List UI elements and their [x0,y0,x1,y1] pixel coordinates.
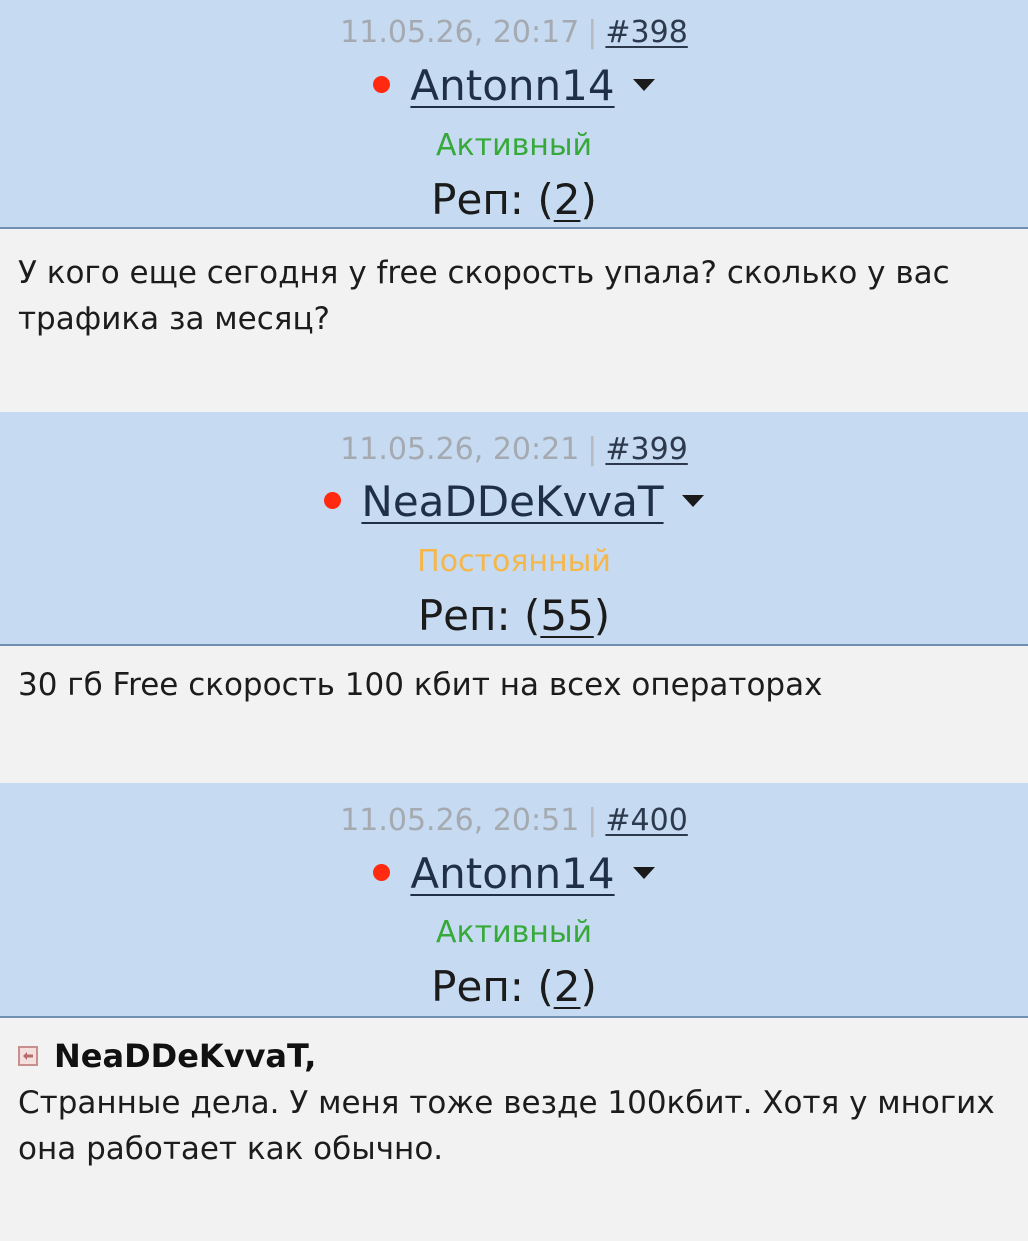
rep-paren-close: ) [580,175,597,224]
online-dot-icon [324,492,342,509]
rep-value-link[interactable]: 2 [554,962,581,1011]
post-date: 11.05.26, 20:21 [340,432,580,467]
author-link[interactable]: Antonn14 [410,61,614,110]
online-dot-icon [373,76,391,93]
reply-header: NeaDDeKvvaT, [18,1018,1010,1076]
post-text: У кого еще сегодня у free скорость упала… [18,255,950,337]
post-date: 11.05.26, 20:51 [340,803,580,838]
author-rank: Активный [435,915,593,950]
caret-down-icon[interactable] [632,866,655,879]
rep-label: Реп: [431,175,524,224]
post-header: 11.05.26, 20:21 | #399 NeaDDeKvvaT Постоян… [0,412,1028,646]
author-line: Antonn14 [0,850,1028,898]
author-line: Antonn14 [0,62,1028,110]
rep-value-link[interactable]: 2 [554,175,581,224]
meta-separator: | [587,803,598,838]
post-body: У кого еще сегодня у free скорость упала… [0,229,1028,412]
author-link[interactable]: NeaDDeKvvaT [361,477,663,526]
reputation: Реп: (55) [0,592,1028,640]
rep-label: Реп: [417,591,511,640]
author-line: NeaDDeKvvaT [0,478,1028,526]
rep-value-link[interactable]: 55 [540,591,593,640]
post-number-link[interactable]: #400 [605,803,687,838]
post-number-link[interactable]: #399 [605,432,687,467]
post-body: NeaDDeKvvaT, Странные дела. У меня тоже … [0,1018,1028,1241]
reputation: Реп: (2) [0,963,1028,1011]
post-body: 30 гб Free скорость 100 кбит на всех опе… [0,646,1028,783]
post-date: 11.05.26, 20:17 [340,15,580,50]
rep-label: Реп: [431,962,524,1011]
post-text: Странные дела. У меня тоже везде 100кбит… [18,1085,995,1167]
author-rank: Активный [435,128,593,163]
meta-separator: | [587,432,598,467]
author-link[interactable]: Antonn14 [410,849,614,898]
reputation: Реп: (2) [0,176,1028,224]
post-header: 11.05.26, 20:51 | #400 Antonn14 Активный Р… [0,783,1028,1018]
meta-separator: | [587,15,598,50]
rep-paren-open: ( [537,175,554,224]
post-meta: 11.05.26, 20:51 | #400 [0,804,1028,838]
reply-arrow-icon[interactable] [18,1046,38,1066]
rep-paren-open: ( [537,962,554,1011]
rep-paren-open: ( [523,591,541,640]
author-rank: Постоянный [417,544,611,579]
post-meta: 11.05.26, 20:21 | #399 [0,433,1028,467]
post-number-link[interactable]: #398 [605,15,687,50]
rep-paren-close: ) [580,962,597,1011]
post-meta: 11.05.26, 20:17 | #398 [0,16,1028,50]
post-text: 30 гб Free скорость 100 кбит на всех опе… [18,667,823,703]
post-header: 11.05.26, 20:17 | #398 Antonn14 Активный Р… [0,0,1028,229]
rep-paren-close: ) [593,591,611,640]
caret-down-icon[interactable] [632,78,655,91]
reply-to-name[interactable]: NeaDDeKvvaT, [54,1037,316,1075]
online-dot-icon [373,864,391,881]
caret-down-icon[interactable] [681,494,704,507]
